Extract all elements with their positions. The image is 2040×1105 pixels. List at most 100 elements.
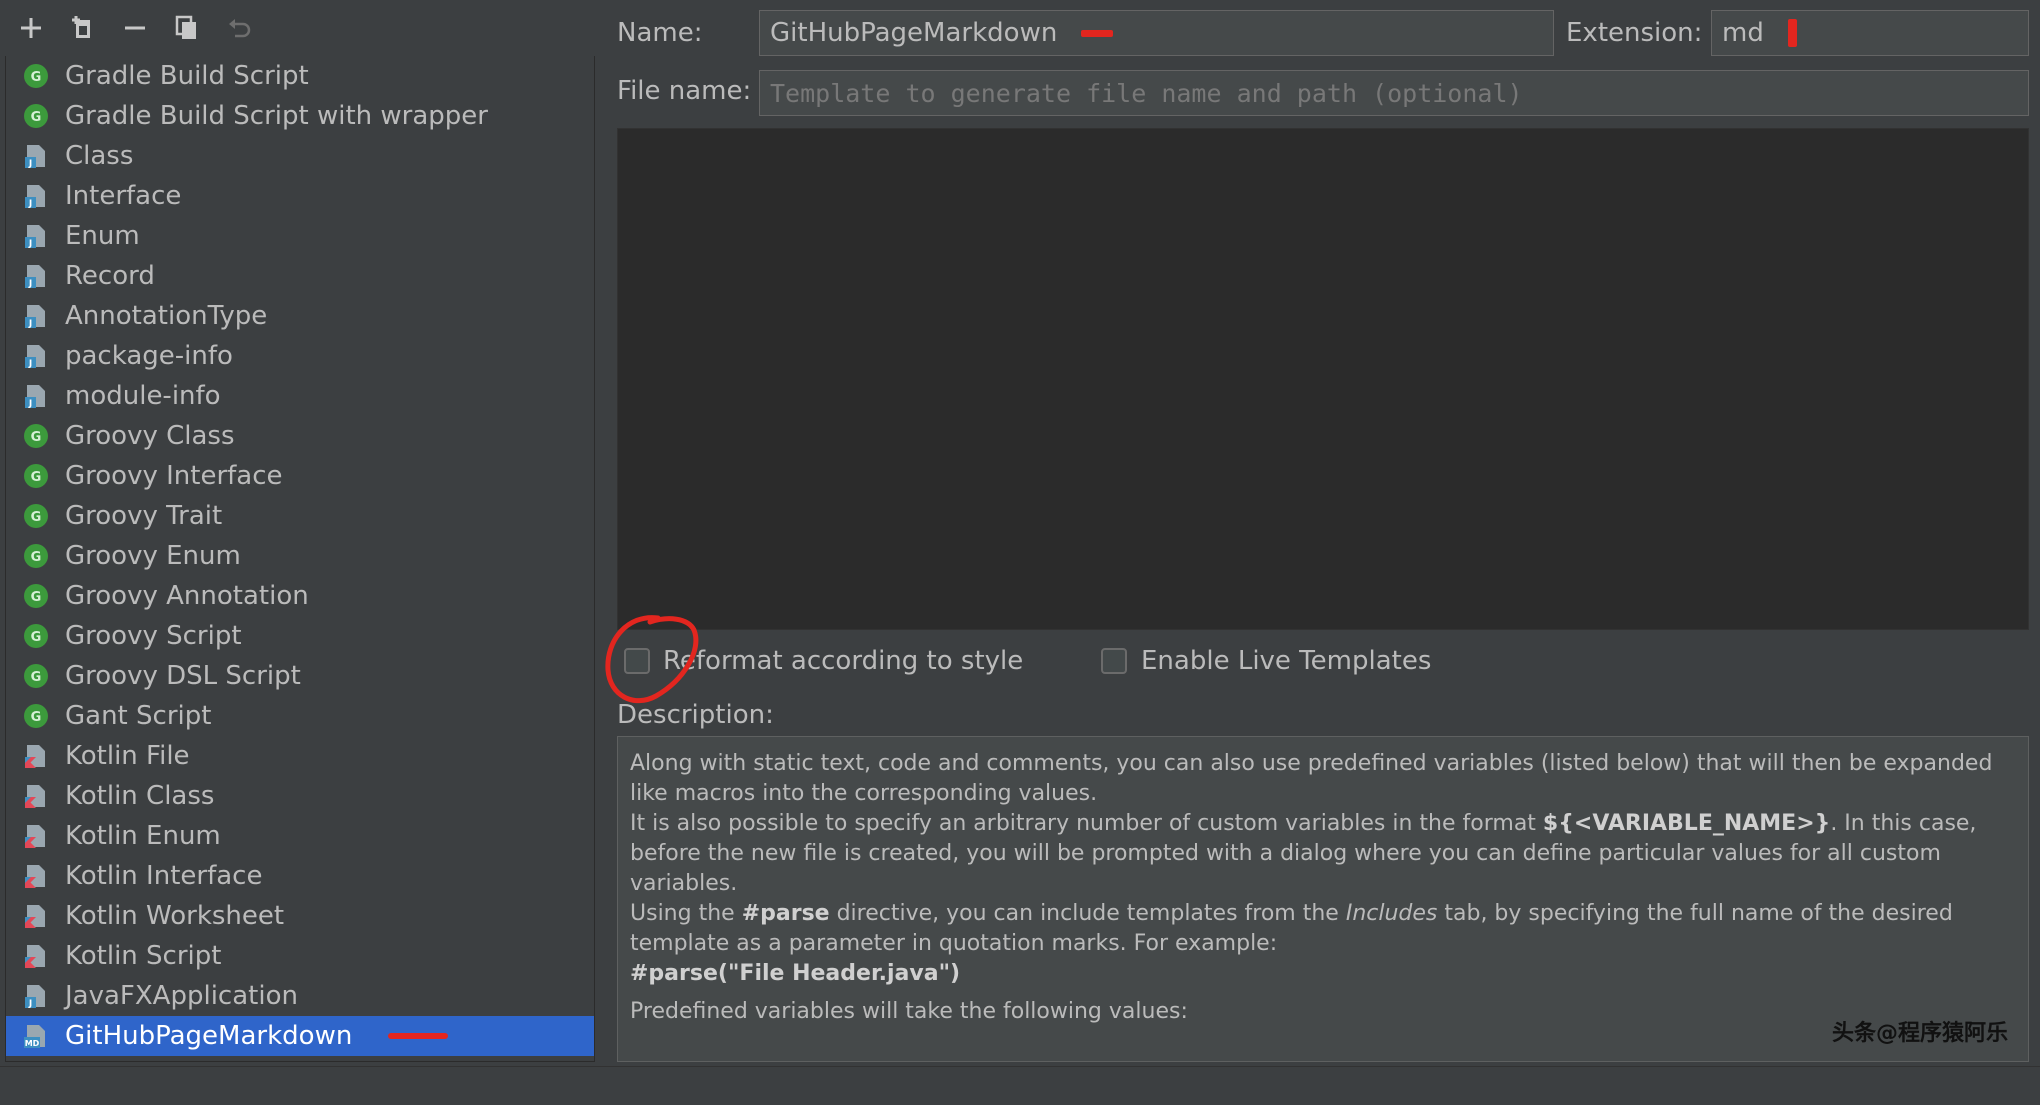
reformat-checkbox[interactable]	[624, 648, 650, 674]
svg-text:G: G	[31, 630, 42, 645]
live-templates-label[interactable]: Enable Live Templates	[1141, 646, 1431, 676]
groovy-file-icon: G	[22, 662, 50, 690]
groovy-file-icon: G	[22, 62, 50, 90]
template-item-label: Kotlin Script	[65, 941, 222, 971]
kotlin-file-icon	[22, 942, 50, 970]
extension-annotation-mark	[1787, 19, 1797, 47]
svg-text:J: J	[28, 399, 32, 409]
groovy-file-icon: G	[22, 422, 50, 450]
name-input[interactable]: GitHubPageMarkdown	[759, 10, 1554, 56]
template-item[interactable]: MD GitHubPageMarkdown	[6, 1016, 594, 1056]
template-item[interactable]: Kotlin Worksheet	[6, 896, 594, 936]
remove-template-button[interactable]	[109, 0, 161, 56]
template-item[interactable]: J Record	[6, 256, 594, 296]
template-item-label: Kotlin Worksheet	[65, 901, 285, 931]
template-item-label: Interface	[65, 181, 182, 211]
template-item[interactable]: J AnnotationType	[6, 296, 594, 336]
template-item-label: Groovy Annotation	[65, 581, 309, 611]
template-item[interactable]: Jmodule-info	[6, 376, 594, 416]
template-item-label: Record	[65, 261, 155, 291]
template-item[interactable]: Kotlin Class	[6, 776, 594, 816]
template-item[interactable]: Jpackage-info	[6, 336, 594, 376]
template-item[interactable]: G Groovy Trait	[6, 496, 594, 536]
svg-text:J: J	[28, 359, 32, 369]
svg-text:G: G	[31, 710, 42, 725]
template-item-label: Groovy Class	[65, 421, 235, 451]
groovy-file-icon: G	[22, 502, 50, 530]
extension-label: Extension:	[1566, 18, 1703, 48]
markdown-file-icon: MD	[22, 1022, 50, 1050]
reset-template-button[interactable]	[213, 0, 265, 56]
template-toolbar	[5, 0, 595, 57]
template-item[interactable]: G Groovy Enum	[6, 536, 594, 576]
template-code-editor[interactable]	[617, 128, 2029, 630]
extension-input[interactable]: md	[1711, 10, 2029, 56]
svg-text:J: J	[28, 279, 32, 289]
copy-template-button[interactable]	[161, 0, 213, 56]
add-template-button[interactable]	[5, 0, 57, 56]
template-item-label: Groovy Script	[65, 621, 242, 651]
groovy-file-icon: G	[22, 622, 50, 650]
java-file-icon: J	[22, 382, 50, 410]
template-item-label: Gradle Build Script with wrapper	[65, 101, 488, 131]
svg-text:G: G	[31, 550, 42, 565]
kotlin-file-icon	[22, 862, 50, 890]
java-file-icon: J	[22, 262, 50, 290]
template-item-label: Enum	[65, 221, 140, 251]
description-paragraph-1: Along with static text, code and comment…	[630, 751, 1993, 806]
svg-text:G: G	[31, 430, 42, 445]
add-child-button[interactable]	[57, 0, 109, 56]
filename-input[interactable]: Template to generate file name and path …	[759, 70, 2029, 116]
groovy-file-icon: G	[22, 462, 50, 490]
svg-text:J: J	[28, 159, 32, 169]
template-item[interactable]: G Groovy DSL Script	[6, 656, 594, 696]
template-item-label: GitHubPageMarkdown	[65, 1021, 353, 1051]
template-item[interactable]: G Gradle Build Script	[6, 56, 594, 96]
template-item-label: Groovy Trait	[65, 501, 223, 531]
template-item-label: Class	[65, 141, 134, 171]
kotlin-file-icon	[22, 902, 50, 930]
template-item[interactable]: G Groovy Script	[6, 616, 594, 656]
copy-icon	[175, 15, 196, 39]
template-item[interactable]: J Enum	[6, 216, 594, 256]
kotlin-file-icon	[22, 822, 50, 850]
svg-text:G: G	[31, 590, 42, 605]
template-item[interactable]: G Groovy Interface	[6, 456, 594, 496]
groovy-file-icon: G	[22, 102, 50, 130]
kotlin-file-icon	[22, 742, 50, 770]
java-file-icon: J	[22, 342, 50, 370]
template-item[interactable]: Kotlin Interface	[6, 856, 594, 896]
svg-text:G: G	[31, 70, 42, 85]
template-item-label: AnnotationType	[65, 301, 268, 331]
template-item[interactable]: Kotlin Script	[6, 936, 594, 976]
template-item[interactable]: J Interface	[6, 176, 594, 216]
description-label: Description:	[617, 700, 774, 730]
reformat-label[interactable]: Reformat according to style	[663, 646, 1023, 676]
template-item[interactable]: G Gradle Build Script with wrapper	[6, 96, 594, 136]
template-item-label: Groovy Interface	[65, 461, 283, 491]
template-item[interactable]: Kotlin File	[6, 736, 594, 776]
filename-placeholder: Template to generate file name and path …	[770, 78, 1523, 108]
add-file-icon	[72, 16, 90, 38]
svg-text:G: G	[31, 670, 42, 685]
svg-text:J: J	[28, 999, 32, 1009]
template-item[interactable]: J Class	[6, 136, 594, 176]
groovy-file-icon: G	[22, 542, 50, 570]
template-item-label: JavaFXApplication	[65, 981, 298, 1011]
svg-text:J: J	[28, 319, 32, 329]
annotation-mark	[388, 1033, 449, 1039]
minus-icon	[125, 26, 145, 30]
svg-text:J: J	[28, 199, 32, 209]
template-item[interactable]: J JavaFXApplication	[6, 976, 594, 1016]
template-item[interactable]: G Gant Script	[6, 696, 594, 736]
kotlin-file-icon	[22, 782, 50, 810]
template-item[interactable]: G Groovy Annotation	[6, 576, 594, 616]
svg-text:G: G	[31, 110, 42, 125]
live-templates-checkbox[interactable]	[1101, 648, 1127, 674]
template-list: G Gradle Build Script G Gradle Build Script…	[5, 56, 595, 1062]
groovy-file-icon: G	[22, 702, 50, 730]
template-item[interactable]: G Groovy Class	[6, 416, 594, 456]
template-item-label: Gant Script	[65, 701, 212, 731]
template-item[interactable]: Kotlin Enum	[6, 816, 594, 856]
svg-text:MD: MD	[25, 1039, 40, 1048]
